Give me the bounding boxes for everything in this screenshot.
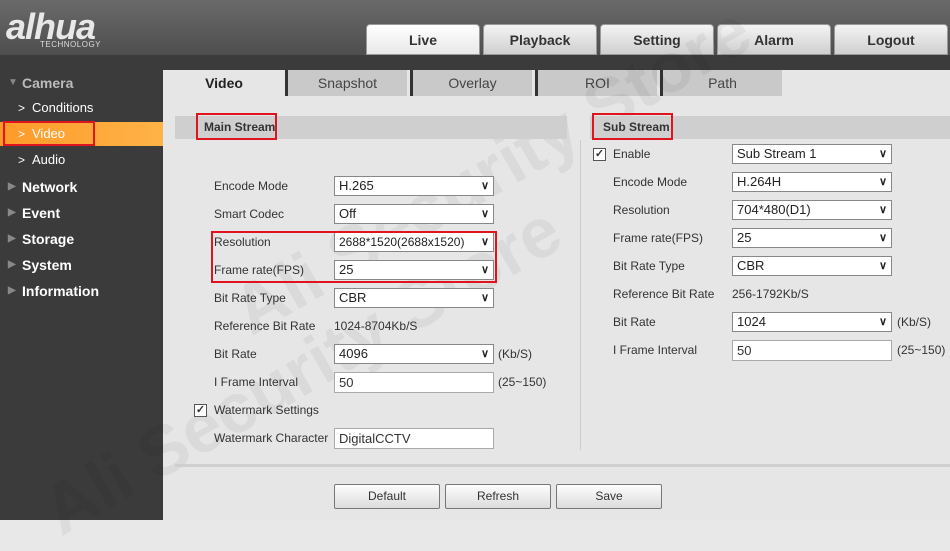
column-divider xyxy=(580,140,581,450)
chevron-right-icon: > xyxy=(18,153,26,167)
value: Off xyxy=(339,206,357,221)
sidebar-storage[interactable]: ▶ Storage xyxy=(0,227,163,251)
main-smart-codec-select[interactable]: Off ∨ xyxy=(334,204,494,224)
triangle-right-icon: ▶ xyxy=(8,259,16,270)
triangle-right-icon: ▶ xyxy=(8,207,16,218)
top-strip xyxy=(163,55,950,70)
label: Bit Rate xyxy=(613,315,656,329)
range: (25~150) xyxy=(897,343,946,357)
label: Enable xyxy=(613,147,651,161)
label: Encode Mode xyxy=(214,179,289,193)
main-iframe-input[interactable]: 50 xyxy=(334,372,494,393)
label: System xyxy=(22,257,72,273)
highlight-box xyxy=(3,121,95,146)
triangle-right-icon: ▶ xyxy=(8,181,16,192)
label: I Frame Interval xyxy=(613,343,698,357)
triangle-right-icon: ▶ xyxy=(8,233,16,244)
enable-checkbox[interactable]: ✓ xyxy=(593,148,606,161)
chevron-down-icon: ∨ xyxy=(878,260,887,272)
chevron-down-icon: ∨ xyxy=(480,292,489,304)
chevron-down-icon: ∨ xyxy=(878,316,887,328)
nav-logout[interactable]: Logout xyxy=(834,24,948,55)
label: Bit Rate xyxy=(214,347,257,361)
tab-overlay[interactable]: Overlay xyxy=(410,70,532,96)
chevron-down-icon: ∨ xyxy=(878,176,887,188)
highlight-box xyxy=(196,113,277,140)
label: Bit Rate Type xyxy=(613,259,685,273)
sub-iframe-input[interactable]: 50 xyxy=(732,340,892,361)
main-reference-bit-rate: 1024-8704Kb/S xyxy=(334,319,418,333)
label: Smart Codec xyxy=(214,207,285,221)
chevron-down-icon: ∨ xyxy=(480,180,489,192)
range: (25~150) xyxy=(498,375,547,389)
label: Reference Bit Rate xyxy=(214,319,316,333)
sub-bit-rate-type-select[interactable]: CBR ∨ xyxy=(732,256,892,276)
triangle-right-icon: ▶ xyxy=(8,285,16,296)
sub-encode-mode-select[interactable]: H.264H ∨ xyxy=(732,172,892,192)
value: CBR xyxy=(339,290,367,305)
label: Encode Mode xyxy=(613,175,688,189)
label: Frame rate(FPS) xyxy=(613,231,704,245)
value: 25 xyxy=(737,230,752,245)
default-button[interactable]: Default xyxy=(334,484,440,509)
label: Audio xyxy=(32,152,66,167)
sidebar-audio[interactable]: > Audio xyxy=(0,148,163,172)
unit: (Kb/S) xyxy=(498,347,533,361)
chevron-right-icon: > xyxy=(18,101,26,115)
sub-stream-select[interactable]: Sub Stream 1 ∨ xyxy=(732,144,892,164)
separator xyxy=(175,464,950,467)
label: Information xyxy=(22,283,99,299)
label: Bit Rate Type xyxy=(214,291,286,305)
highlight-box xyxy=(592,113,673,140)
watermark-checkbox[interactable]: ✓ xyxy=(194,404,207,417)
tab-snapshot[interactable]: Snapshot xyxy=(285,70,407,96)
label: Camera xyxy=(22,75,74,91)
logo-subtitle: TECHNOLOGY xyxy=(40,40,102,49)
sidebar-network[interactable]: ▶ Network xyxy=(0,175,163,199)
nav-live[interactable]: Live xyxy=(366,24,480,55)
main-encode-mode-select[interactable]: H.265 ∨ xyxy=(334,176,494,196)
triangle-down-icon: ▼ xyxy=(8,77,18,88)
label: Reference Bit Rate xyxy=(613,287,715,301)
chevron-down-icon: ∨ xyxy=(878,148,887,160)
value: 4096 xyxy=(339,346,368,361)
main-bit-rate-select[interactable]: 4096 ∨ xyxy=(334,344,494,364)
label: Resolution xyxy=(613,203,670,217)
value: Sub Stream 1 xyxy=(737,146,817,161)
chevron-down-icon: ∨ xyxy=(878,204,887,216)
save-button[interactable]: Save xyxy=(556,484,662,509)
chevron-down-icon: ∨ xyxy=(480,208,489,220)
label: Storage xyxy=(22,231,75,247)
label: Event xyxy=(22,205,61,221)
label: I Frame Interval xyxy=(214,375,299,389)
label: Network xyxy=(22,179,78,195)
chevron-down-icon: ∨ xyxy=(480,348,489,360)
value: H.265 xyxy=(339,178,374,193)
highlight-box xyxy=(211,231,497,283)
sub-frame-rate-select[interactable]: 25 ∨ xyxy=(732,228,892,248)
sub-reference-bit-rate: 256-1792Kb/S xyxy=(732,287,809,301)
label: Conditions xyxy=(32,100,94,115)
value: 704*480(D1) xyxy=(737,202,811,217)
sub-resolution-select[interactable]: 704*480(D1) ∨ xyxy=(732,200,892,220)
sub-bit-rate-select[interactable]: 1024 ∨ xyxy=(732,312,892,332)
main-bit-rate-type-select[interactable]: CBR ∨ xyxy=(334,288,494,308)
tab-video[interactable]: Video xyxy=(163,70,285,96)
refresh-button[interactable]: Refresh xyxy=(445,484,551,509)
value: CBR xyxy=(737,258,765,273)
label: Watermark Character xyxy=(214,431,329,445)
value: 1024 xyxy=(737,314,766,329)
nav-playback[interactable]: Playback xyxy=(483,24,597,55)
value: H.264H xyxy=(737,174,782,189)
label: Watermark Settings xyxy=(214,403,319,417)
sidebar-event[interactable]: ▶ Event xyxy=(0,201,163,225)
chevron-down-icon: ∨ xyxy=(878,232,887,244)
sidebar-conditions[interactable]: > Conditions xyxy=(0,96,163,120)
watermark-character-input[interactable]: DigitalCCTV xyxy=(334,428,494,449)
unit: (Kb/S) xyxy=(897,315,932,329)
sidebar-system[interactable]: ▶ System xyxy=(0,253,163,277)
sidebar-information[interactable]: ▶ Information xyxy=(0,279,163,303)
sidebar-camera[interactable]: ▼ Camera xyxy=(0,71,163,95)
